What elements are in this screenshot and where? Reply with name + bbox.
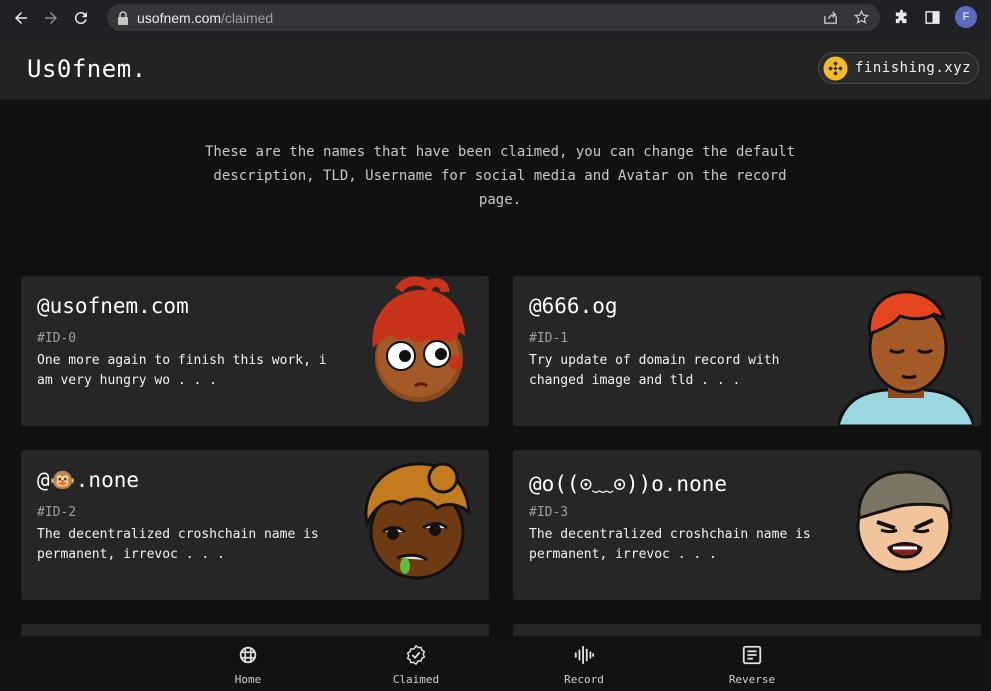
arrow-right-icon xyxy=(45,12,57,24)
intro-text: These are the names that have been claim… xyxy=(204,144,795,208)
profile-avatar[interactable]: F xyxy=(955,6,977,28)
tab-claimed[interactable]: Claimed xyxy=(376,644,456,686)
tab-record-label: Record xyxy=(564,673,604,686)
card-name: @o((⊙﹏⊙))o.none xyxy=(529,472,728,496)
tab-claimed-label: Claimed xyxy=(392,673,440,686)
back-button[interactable] xyxy=(8,5,34,31)
tab-reverse-label: Reverse xyxy=(728,673,776,686)
reload-button[interactable] xyxy=(68,5,94,31)
check-badge-icon xyxy=(406,644,426,666)
card-description: Try update of domain record with changed… xyxy=(529,353,780,388)
claimed-name-card[interactable]: @666.og #ID-1 Try update of domain recor… xyxy=(513,276,981,426)
url-path: /claimed xyxy=(221,9,274,26)
avatar-red-hair-girl xyxy=(372,276,465,402)
card-description: The decentralized croshchain name is per… xyxy=(37,527,319,562)
bnb-coin-icon xyxy=(823,55,848,81)
site-logo[interactable]: Us0fnem. xyxy=(27,55,147,83)
bottom-navigation: Home Claimed Record Reverse xyxy=(0,636,991,691)
card-id: #ID-1 xyxy=(529,331,569,346)
arrow-left-icon xyxy=(15,12,27,24)
grid-globe-icon xyxy=(239,646,257,664)
card-name: @🐵.none xyxy=(37,468,140,492)
avatar-angry-man xyxy=(856,470,953,574)
share-icon[interactable] xyxy=(822,9,839,26)
side-panel-icon[interactable] xyxy=(924,9,941,26)
list-document-icon xyxy=(742,645,762,665)
puzzle-extensions-icon[interactable] xyxy=(893,9,910,26)
claimed-name-card[interactable]: @o((⊙﹏⊙))o.none #ID-3 The decentralized … xyxy=(513,450,981,600)
avatar-boy-closed-eyes xyxy=(838,290,973,426)
browser-toolbar: usofnem.com/claimed F xyxy=(0,0,991,36)
card-description: The decentralized croshchain name is per… xyxy=(529,527,811,562)
url-text: usofnem.com/claimed xyxy=(137,10,273,26)
avatar-curly-hair-girl xyxy=(364,462,471,580)
wallet-button[interactable]: finishing.xyz xyxy=(818,52,979,84)
reload-icon xyxy=(74,12,87,25)
address-bar[interactable]: usofnem.com/claimed xyxy=(107,4,880,31)
card-name: @usofnem.com xyxy=(37,294,189,318)
claimed-name-card[interactable]: @🐵.none #ID-2 The decentralized croshcha… xyxy=(21,450,489,600)
tab-home-label: Home xyxy=(234,673,262,686)
wallet-name: finishing.xyz xyxy=(855,60,972,76)
card-id: #ID-2 xyxy=(37,505,77,520)
bookmark-star-icon[interactable] xyxy=(853,9,870,26)
site-header: Us0fnem. finishing.xyz xyxy=(0,36,991,100)
url-host: usofnem.com xyxy=(137,9,222,26)
card-description: One more again to finish this work, i am… xyxy=(37,353,327,388)
card-name: @666.og xyxy=(529,294,618,318)
tab-record[interactable]: Record xyxy=(544,644,624,686)
forward-button[interactable] xyxy=(38,5,64,31)
soundwave-icon xyxy=(574,645,595,665)
lock-icon xyxy=(118,10,128,25)
tab-reverse[interactable]: Reverse xyxy=(712,644,792,686)
tab-home[interactable]: Home xyxy=(208,644,288,686)
card-id: #ID-0 xyxy=(37,331,77,346)
card-id: #ID-3 xyxy=(529,505,569,520)
claimed-name-card[interactable]: @usofnem.com #ID-0 One more again to fin… xyxy=(21,276,489,426)
